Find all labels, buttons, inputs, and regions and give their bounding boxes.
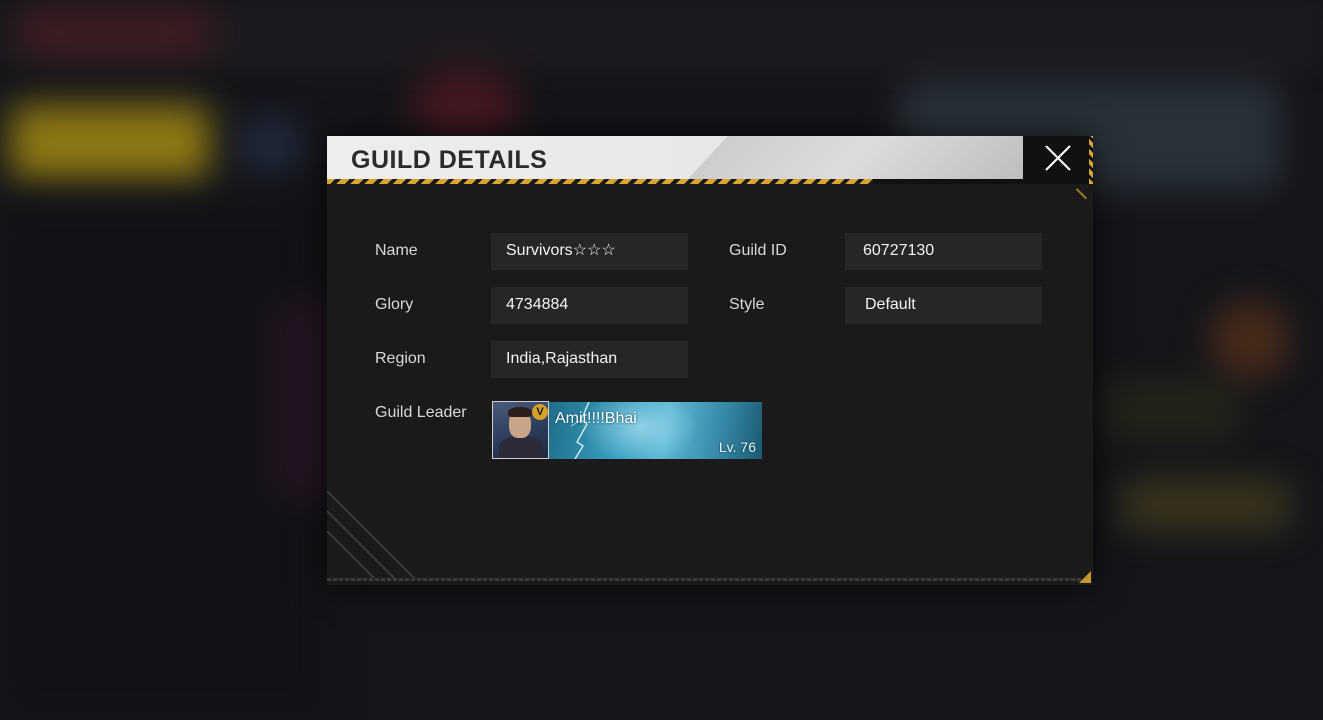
close-icon [1043,143,1073,178]
name-value: Survivors☆☆☆ [491,233,688,270]
style-value: Default [845,287,1042,324]
decorative-lines [327,490,418,581]
leader-level: Lv. 76 [718,439,756,455]
close-button[interactable] [1023,136,1093,184]
name-label: Name [375,242,418,259]
player-avatar[interactable]: V [492,401,549,459]
guild-id-value: 60727130 [845,233,1042,270]
leader-name: Amit!!!!Bhai [555,410,637,427]
style-label: Style [729,296,765,313]
glory-label: Glory [375,296,414,313]
glory-value: 4734884 [491,287,688,324]
guild-leader-label: Guild Leader [375,404,467,421]
guild-id-label: Guild ID [729,242,787,259]
corner-accent [1065,188,1087,210]
hazard-stripe [327,179,875,184]
vip-badge-icon: V [532,404,548,420]
guild-leader-card[interactable]: V Amit!!!!Bhai Lv. 76 [492,401,763,461]
region-label: Region [375,350,426,367]
dialog-title: GUILD DETAILS [351,146,548,174]
dialog-header: GUILD DETAILS [327,136,1023,184]
region-value: India,Rajasthan [491,341,688,378]
guild-details-dialog: GUILD DETAILS Name Survivors☆☆☆ Guild ID… [327,136,1093,585]
leader-banner: Amit!!!!Bhai Lv. 76 [549,402,762,459]
corner-accent-bottom [1079,571,1091,583]
bottom-divider [327,578,1083,581]
